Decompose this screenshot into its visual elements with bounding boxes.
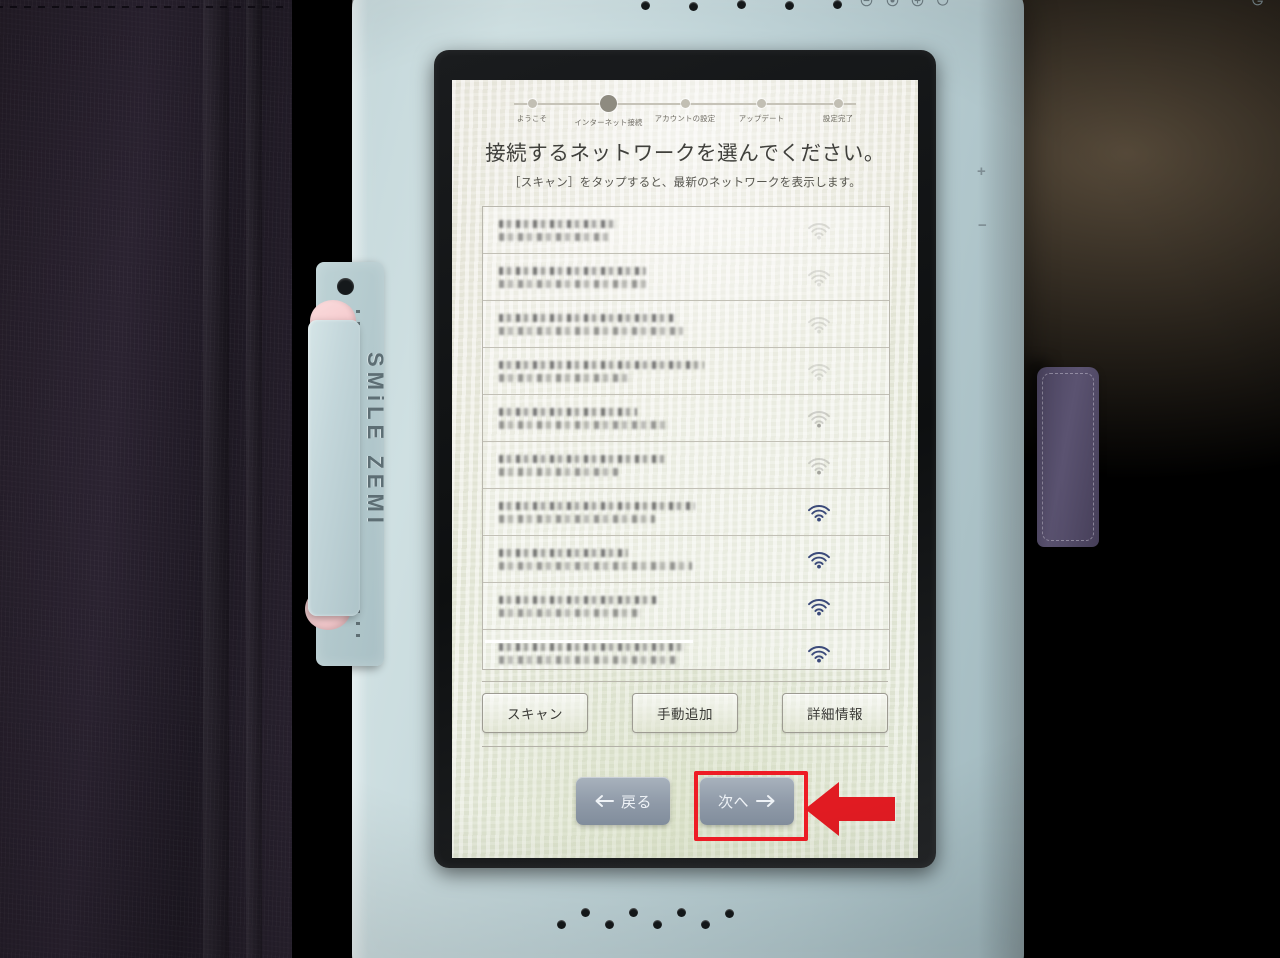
step-item-0: ようこそ [494,94,570,128]
highlight-box-next [694,771,808,841]
step-label-2: アカウントの設定 [654,114,716,123]
network-row[interactable] [483,442,889,489]
step-dot-4 [833,99,843,108]
network-row[interactable] [483,489,889,536]
step-item-2: アカウントの設定 [647,94,723,128]
network-list[interactable] [482,206,890,670]
network-name-block [483,595,749,617]
annotation-arrow-left-icon [803,778,897,845]
network-name-block [483,548,749,570]
step-label-1: インターネット接続 [574,118,643,127]
network-row[interactable] [483,301,889,348]
volume-minus-icon [860,0,873,7]
wifi-signal-icon [749,502,889,522]
network-name-block [483,454,749,476]
step-item-3: アップデート [724,94,800,128]
network-ssid-masked [499,407,637,416]
network-name-block [483,642,749,664]
network-detail-masked [499,326,683,335]
network-row[interactable] [483,254,889,301]
network-row[interactable] [483,207,889,254]
network-name-block [483,501,749,523]
volume-plus-icon [911,0,924,7]
step-item-4: 設定完了 [800,94,876,128]
back-button-label: 戻る [620,793,652,811]
network-row[interactable] [483,583,889,630]
network-name-block [483,219,749,241]
scan-button[interactable]: スキャン [482,693,588,733]
wifi-signal-icon [749,455,889,475]
setup-stepper: ようこそ インターネット接続 アカウントの設定 アップデート 設定完了 [494,94,876,130]
details-button[interactable]: 詳細情報 [782,693,888,733]
page-subtitle: ［スキャン］をタップすると、最新のネットワークを表示します。 [508,176,862,189]
top-speaker-holes [617,0,847,14]
volume-icons-group [860,0,924,8]
network-ssid-masked [499,313,675,322]
volume-dot-icon [886,0,899,7]
page-title: 接続するネットワークを選んでください。 [485,142,885,165]
case-cover-left [0,0,292,958]
wifi-signal-icon [749,220,889,240]
network-detail-masked [499,467,618,476]
wifi-signal-icon [749,408,889,428]
network-detail-masked [499,655,678,664]
network-detail-masked [499,514,655,523]
step-label-0: ようこそ [516,114,548,123]
wifi-signal-icon [749,549,889,569]
brand-logo-smile-zemi: SMiLE ZEMI [363,352,388,528]
wifi-signal-icon [749,314,889,334]
step-label-3: アップデート [738,114,785,123]
list-scroll-indicator[interactable] [485,640,693,643]
stylus-pen[interactable] [308,320,360,616]
network-detail-masked [499,373,632,382]
volume-up-mark: + [977,163,986,180]
manual-add-button[interactable]: 手動追加 [632,693,738,733]
network-ssid-masked [499,642,686,651]
network-detail-masked [499,608,641,617]
action-button-row: スキャン 手動追加 詳細情報 [482,690,888,736]
bottom-speaker-holes [557,906,747,932]
network-name-block [483,360,749,382]
case-flap-right [1037,367,1099,547]
network-ssid-masked [499,266,646,275]
bottom-divider [482,746,888,747]
wifi-signal-icon [749,267,889,287]
step-dot-1 [600,95,617,112]
network-row[interactable] [483,536,889,583]
network-ssid-masked [499,501,695,510]
network-detail-masked [499,561,692,570]
network-row[interactable] [483,395,889,442]
step-dot-2 [680,99,690,108]
photo-scene: + − SMiLE ZEMI ようこそ インターネット接続 アカウントの設定 アップデ… [0,0,1280,958]
network-ssid-masked [499,360,704,369]
g-mark-icon [1250,0,1265,13]
network-row[interactable] [483,630,889,676]
step-dot-0 [527,99,537,108]
arrow-left-icon [594,794,614,808]
step-label-4: 設定完了 [822,114,854,123]
list-divider [482,681,888,682]
network-detail-masked [499,279,646,288]
wifi-signal-icon [749,596,889,616]
wifi-signal-icon [749,361,889,381]
network-detail-masked [499,420,669,429]
tablet-screen: ようこそ インターネット接続 アカウントの設定 アップデート 設定完了 接続するネットワ… [452,80,918,858]
lanyard-hole [337,278,354,295]
network-name-block [483,407,749,429]
back-button[interactable]: 戻る [576,777,670,825]
network-name-block [483,266,749,288]
power-icon [935,0,949,11]
network-ssid-masked [499,219,617,228]
network-ssid-masked [499,548,628,557]
network-detail-masked [499,232,609,241]
step-dot-3 [757,99,766,108]
network-row[interactable] [483,348,889,395]
network-name-block [483,313,749,335]
network-ssid-masked [499,595,657,604]
step-item-1: インターネット接続 [571,94,647,128]
volume-down-mark: − [978,217,987,234]
wifi-signal-icon [749,643,889,663]
network-ssid-masked [499,454,666,463]
